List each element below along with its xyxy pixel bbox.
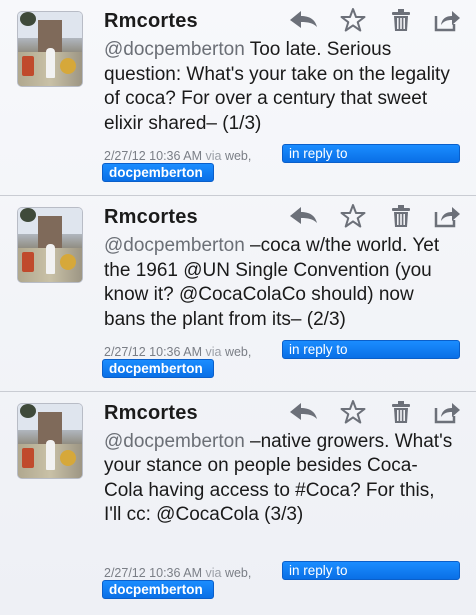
tweet-meta: 2/27/12 10:36 AM via web, xyxy=(104,345,251,359)
tweet-text: @docpemberton –coca w/the world. Yet the… xyxy=(104,234,456,332)
share-button[interactable] xyxy=(432,202,462,230)
reply-icon xyxy=(290,11,317,28)
share-button[interactable] xyxy=(432,6,462,34)
delete-trash-icon xyxy=(392,401,410,423)
tweet-meta: 2/27/12 10:36 AM via web, xyxy=(104,566,251,580)
reply-button[interactable] xyxy=(288,398,318,426)
in-reply-to-badge[interactable]: in reply to xyxy=(282,144,460,163)
in-reply-to-badge[interactable]: in reply to xyxy=(282,340,460,359)
tweet-timestamp: 2/27/12 10:36 AM xyxy=(104,345,202,359)
share-icon xyxy=(434,403,460,424)
avatar[interactable] xyxy=(18,404,82,478)
tweet-timeline: Rmcortes @docpemberton Too late. Serious… xyxy=(0,0,476,615)
reply-icon xyxy=(290,207,317,224)
share-icon xyxy=(434,11,460,32)
reply-button[interactable] xyxy=(288,202,318,230)
favorite-star-icon xyxy=(340,204,366,228)
favorite-button[interactable] xyxy=(338,398,368,426)
tweet-mention[interactable]: @docpemberton xyxy=(104,235,245,256)
tweet-timestamp: 2/27/12 10:36 AM xyxy=(104,149,202,163)
via-label: via xyxy=(205,566,222,580)
share-button[interactable] xyxy=(432,398,462,426)
tweet-text: @docpemberton Too late. Serious question… xyxy=(104,38,456,136)
tweet-source: web, xyxy=(224,345,252,359)
avatar[interactable] xyxy=(18,12,82,86)
delete-button[interactable] xyxy=(386,6,416,34)
tweet-username[interactable]: Rmcortes xyxy=(104,206,198,229)
tweet-item[interactable]: Rmcortes @docpemberton –native growers. … xyxy=(0,392,476,615)
favorite-button[interactable] xyxy=(338,6,368,34)
tweet-item[interactable]: Rmcortes @docpemberton Too late. Serious… xyxy=(0,0,476,196)
delete-trash-icon xyxy=(392,205,410,227)
tweet-username[interactable]: Rmcortes xyxy=(104,10,198,33)
delete-button[interactable] xyxy=(386,202,416,230)
reply-button[interactable] xyxy=(288,6,318,34)
tweet-timestamp: 2/27/12 10:36 AM xyxy=(104,566,202,580)
favorite-star-icon xyxy=(340,8,366,32)
favorite-star-icon xyxy=(340,400,366,424)
reply-user-badge[interactable]: docpemberton xyxy=(102,163,214,182)
avatar[interactable] xyxy=(18,208,82,282)
tweet-meta: 2/27/12 10:36 AM via web, xyxy=(104,149,251,163)
reply-user-badge[interactable]: docpemberton xyxy=(102,359,214,378)
delete-button[interactable] xyxy=(386,398,416,426)
tweet-item[interactable]: Rmcortes @docpemberton –coca w/the world… xyxy=(0,196,476,392)
tweet-mention[interactable]: @docpemberton xyxy=(104,431,245,452)
share-icon xyxy=(434,207,460,228)
tweet-text: @docpemberton –native growers. What's yo… xyxy=(104,430,456,527)
tweet-mention[interactable]: @docpemberton xyxy=(104,39,245,60)
delete-trash-icon xyxy=(392,9,410,31)
in-reply-to-badge[interactable]: in reply to xyxy=(282,561,460,580)
tweet-source: web, xyxy=(224,149,252,163)
via-label: via xyxy=(205,345,222,359)
tweet-source: web, xyxy=(224,566,252,580)
tweet-username[interactable]: Rmcortes xyxy=(104,402,198,425)
via-label: via xyxy=(205,149,222,163)
reply-icon xyxy=(290,403,317,420)
reply-user-badge[interactable]: docpemberton xyxy=(102,580,214,599)
favorite-button[interactable] xyxy=(338,202,368,230)
